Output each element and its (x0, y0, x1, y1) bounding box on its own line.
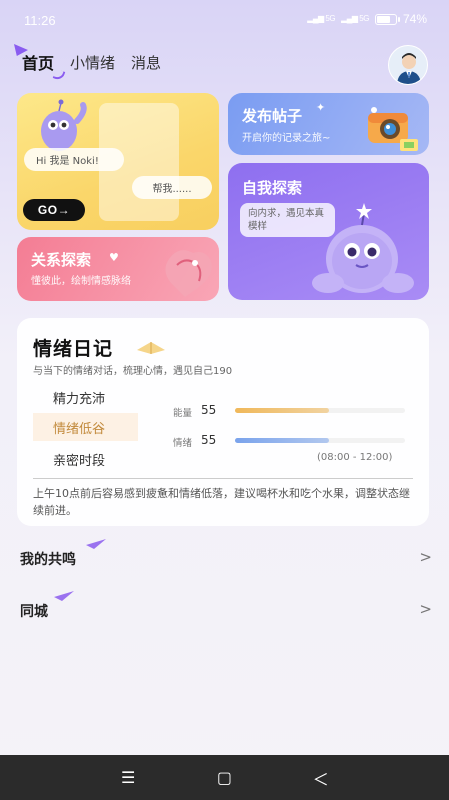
relation-illustration-icon (165, 250, 212, 297)
mood-label: 精力充沛 (53, 391, 106, 407)
home-icon[interactable]: ▢ (204, 768, 244, 787)
energy-label: 能量 (173, 408, 193, 419)
relation-title: 关系探索 (31, 251, 92, 269)
diary-title: 情绪日记 (33, 338, 114, 360)
energy-bar-fill (235, 408, 329, 413)
status-time: 11:26 (24, 13, 56, 28)
avatar[interactable] (388, 45, 428, 85)
post-title: 发布帖子 (242, 107, 303, 125)
signal-icon: ▂▄▆ 5G (307, 14, 336, 23)
diary-subtitle: 与当下的情绪对话，梳理心情，遇见自己190 (33, 366, 233, 377)
tab-home-label: 首页 (22, 54, 55, 73)
row-my-resonance[interactable]: 我的共鸣 > (20, 539, 432, 575)
divider (33, 478, 413, 479)
noki-chat-card[interactable]: Hi 我是 Noki! 帮我...... GO→ (17, 93, 219, 230)
status-icons: ▂▄▆ 5G ▂▄▆ 5G 74% (307, 12, 427, 26)
self-explore-card[interactable]: 自我探索 向内求，遇见本真模样 (228, 163, 429, 300)
heart-icon: ♥ (109, 251, 119, 264)
go-button[interactable]: GO→ (23, 199, 85, 221)
battery-percent: 74% (402, 12, 427, 26)
sparkle-icon: ✦ (316, 101, 326, 114)
explore-title: 自我探索 (242, 179, 303, 197)
chevron-right-icon: > (419, 600, 432, 618)
battery-icon (374, 13, 400, 25)
mood-label: 亲密时段 (53, 453, 106, 469)
post-subtitle: 开启你的记录之旅~ (242, 133, 331, 144)
time-range: (08:00 - 12:00) (317, 452, 393, 463)
diary-advice: 上午10点前后容易感到疲惫和情绪低落，建议喝杯水和吃个水果，调整状态继续前进。 (33, 487, 410, 517)
mood-item-intimate[interactable]: 亲密时段 (33, 445, 138, 473)
tab-mood[interactable]: 小情绪 (70, 52, 115, 73)
chevron-right-icon: > (419, 548, 432, 566)
signal-icon-2: ▂▄▆ 5G (341, 14, 369, 23)
greeting-bubble: Hi 我是 Noki! (24, 148, 124, 171)
network-label-1: 5G (325, 14, 336, 23)
tab-home[interactable]: 首页 (14, 44, 66, 82)
sparkle-icon (54, 591, 74, 601)
energy-value: 55 (201, 403, 217, 417)
sparkle-icon (86, 539, 106, 549)
relation-subtitle: 懂彼此，绘制情感脉络 (31, 276, 131, 287)
notebook-icon (137, 342, 165, 354)
tab-messages-label: 消息 (131, 53, 162, 72)
noki-mascot-icon (41, 99, 87, 151)
tab-messages[interactable]: 消息 (131, 52, 161, 73)
back-icon[interactable]: ＜ (301, 766, 341, 790)
user-avatar-icon (397, 53, 421, 84)
row-label: 同城 (20, 604, 48, 620)
emotion-diary-card[interactable]: 情绪日记 与当下的情绪对话，梳理心情，遇见自己190 精力充沛 情绪低谷 亲密时… (17, 318, 429, 526)
tab-swoosh-icon (52, 68, 66, 82)
mood-bar-fill (235, 438, 329, 443)
row-label: 我的共鸣 (20, 552, 76, 568)
mood-metric-label: 情绪 (173, 438, 193, 449)
tab-mood-label: 小情绪 (70, 53, 116, 72)
top-tabs: 首页 小情绪 消息 (14, 44, 161, 82)
network-label-2: 5G (359, 14, 369, 23)
mood-item-energetic[interactable]: 精力充沛 (33, 383, 138, 411)
post-card[interactable]: 发布帖子 开启你的记录之旅~ ✦ (228, 93, 429, 155)
battery-percent-value: 74 (402, 12, 417, 26)
menu-icon[interactable]: ☰ (108, 768, 148, 787)
mood-label: 情绪低谷 (53, 421, 106, 437)
purple-mascot-icon (312, 203, 414, 293)
status-bar: 11:26 ▂▄▆ 5G ▂▄▆ 5G 74% (0, 0, 449, 40)
mood-metric-value: 55 (201, 433, 217, 447)
help-bubble: 帮我...... (132, 176, 212, 199)
row-same-city[interactable]: 同城 > (20, 591, 432, 627)
battery-fill (376, 15, 390, 23)
relation-card[interactable]: 关系探索 ♥ 懂彼此，绘制情感脉络 (17, 237, 219, 301)
camera-icon (368, 107, 418, 151)
system-nav-bar: ☰ ▢ ＜ (0, 755, 449, 800)
mood-item-low[interactable]: 情绪低谷 (33, 413, 138, 441)
